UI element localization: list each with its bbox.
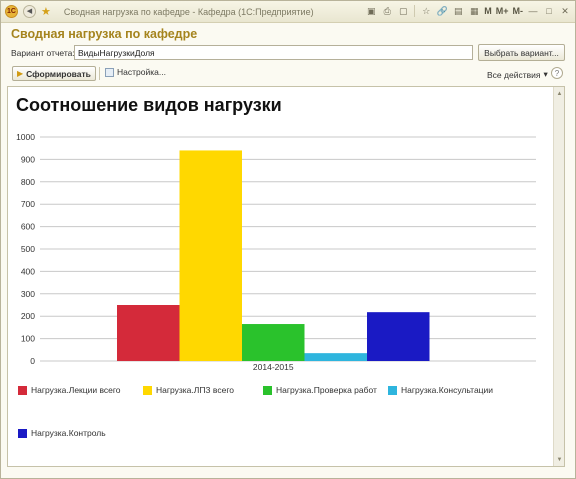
settings-button[interactable]: Настройка... bbox=[105, 67, 166, 77]
legend-swatch bbox=[18, 428, 27, 438]
bar bbox=[367, 312, 430, 361]
x-category-label: 2014-2015 bbox=[253, 362, 294, 372]
generate-button[interactable]: ▶ Сформировать bbox=[12, 66, 96, 81]
settings-label: Настройка... bbox=[117, 67, 166, 77]
favorites-icon[interactable]: ☆ bbox=[420, 4, 432, 18]
legend-label: Нагрузка.Контроль bbox=[31, 428, 106, 438]
memory-plus-button[interactable]: M+ bbox=[496, 6, 509, 16]
play-icon: ▶ bbox=[17, 69, 24, 78]
settings-icon bbox=[105, 67, 114, 77]
y-tick-label: 400 bbox=[21, 266, 35, 276]
legend-swatch bbox=[388, 385, 397, 395]
legend-swatch bbox=[18, 385, 27, 395]
title-bar: 1С ◀ ★ Сводная нагрузка по кафедре - Каф… bbox=[1, 1, 575, 23]
legend-label: Нагрузка.Проверка работ bbox=[276, 385, 377, 395]
help-icon[interactable]: ? bbox=[551, 67, 563, 79]
legend-label: Нагрузка.Лекции всего bbox=[31, 385, 121, 395]
y-tick-label: 0 bbox=[30, 356, 35, 366]
y-tick-label: 800 bbox=[21, 177, 35, 187]
scroll-down-icon[interactable]: ▼ bbox=[555, 455, 564, 464]
y-tick-label: 600 bbox=[21, 222, 35, 232]
y-tick-label: 500 bbox=[21, 244, 35, 254]
dropdown-arrow-icon: ▾ bbox=[543, 69, 548, 79]
chart-title: Соотношение видов нагрузки bbox=[16, 95, 282, 115]
y-tick-label: 700 bbox=[21, 199, 35, 209]
vertical-scrollbar[interactable]: ▲ ▼ bbox=[553, 87, 564, 466]
report-window: 1С ◀ ★ Сводная нагрузка по кафедре - Каф… bbox=[0, 0, 576, 479]
bar bbox=[179, 150, 242, 361]
calendar-icon[interactable]: ▤ bbox=[452, 4, 464, 18]
memory-button[interactable]: M bbox=[484, 6, 492, 16]
legend-label: Нагрузка.ЛПЗ всего bbox=[156, 385, 234, 395]
favorite-star-icon[interactable]: ★ bbox=[41, 5, 51, 18]
toolbar-separator bbox=[414, 5, 416, 17]
form-title: Сводная нагрузка по кафедре bbox=[11, 27, 198, 41]
legend-swatch bbox=[143, 385, 152, 395]
legend-swatch bbox=[263, 385, 272, 395]
save-icon[interactable]: ▣ bbox=[365, 4, 377, 18]
y-tick-label: 200 bbox=[21, 311, 35, 321]
legend-item: Нагрузка.ЛПЗ всего bbox=[143, 385, 234, 395]
calculator-icon[interactable]: ▦ bbox=[468, 4, 480, 18]
variant-label: Вариант отчета: bbox=[11, 48, 75, 58]
legend-item: Нагрузка.Контроль bbox=[18, 428, 106, 438]
app-logo-icon[interactable]: 1С bbox=[5, 5, 18, 18]
bar bbox=[242, 324, 305, 361]
close-icon[interactable]: ✕ bbox=[559, 4, 571, 18]
legend-item: Нагрузка.Консультации bbox=[388, 385, 493, 395]
memory-minus-button[interactable]: M- bbox=[513, 6, 524, 16]
window-title: Сводная нагрузка по кафедре - Кафедра (1… bbox=[63, 6, 314, 17]
variant-field[interactable]: ВидыНагрузкиДоля bbox=[74, 45, 473, 60]
bar bbox=[304, 353, 367, 361]
all-actions-label: Все действия bbox=[487, 69, 541, 80]
y-tick-label: 100 bbox=[21, 334, 35, 344]
y-tick-label: 300 bbox=[21, 289, 35, 299]
link-icon[interactable]: 🔗 bbox=[436, 4, 448, 18]
maximize-icon[interactable]: □ bbox=[543, 4, 555, 18]
print-icon[interactable]: ⎙ bbox=[381, 4, 393, 18]
minimize-icon[interactable]: — bbox=[527, 4, 539, 18]
generate-button-label: Сформировать bbox=[26, 68, 91, 79]
y-tick-label: 900 bbox=[21, 154, 35, 164]
choose-variant-button[interactable]: Выбрать вариант... bbox=[478, 44, 565, 61]
all-actions-menu[interactable]: Все действия ▾ bbox=[487, 69, 548, 80]
preview-icon[interactable]: ▢ bbox=[397, 4, 409, 18]
y-tick-label: 1000 bbox=[16, 132, 35, 142]
bar bbox=[117, 305, 180, 361]
legend-item: Нагрузка.Лекции всего bbox=[18, 385, 121, 395]
legend-item: Нагрузка.Проверка работ bbox=[263, 385, 377, 395]
bar-chart: 0 100 200 300 400 500 600 700 800 900 1000 2014-201… bbox=[16, 132, 536, 372]
toolbar-divider bbox=[99, 67, 100, 80]
scroll-up-icon[interactable]: ▲ bbox=[555, 89, 564, 98]
legend-label: Нагрузка.Консультации bbox=[401, 385, 494, 395]
back-icon[interactable]: ◀ bbox=[23, 5, 36, 18]
report-area: Соотношение видов нагрузки 0 100 200 300 400… bbox=[7, 86, 565, 467]
